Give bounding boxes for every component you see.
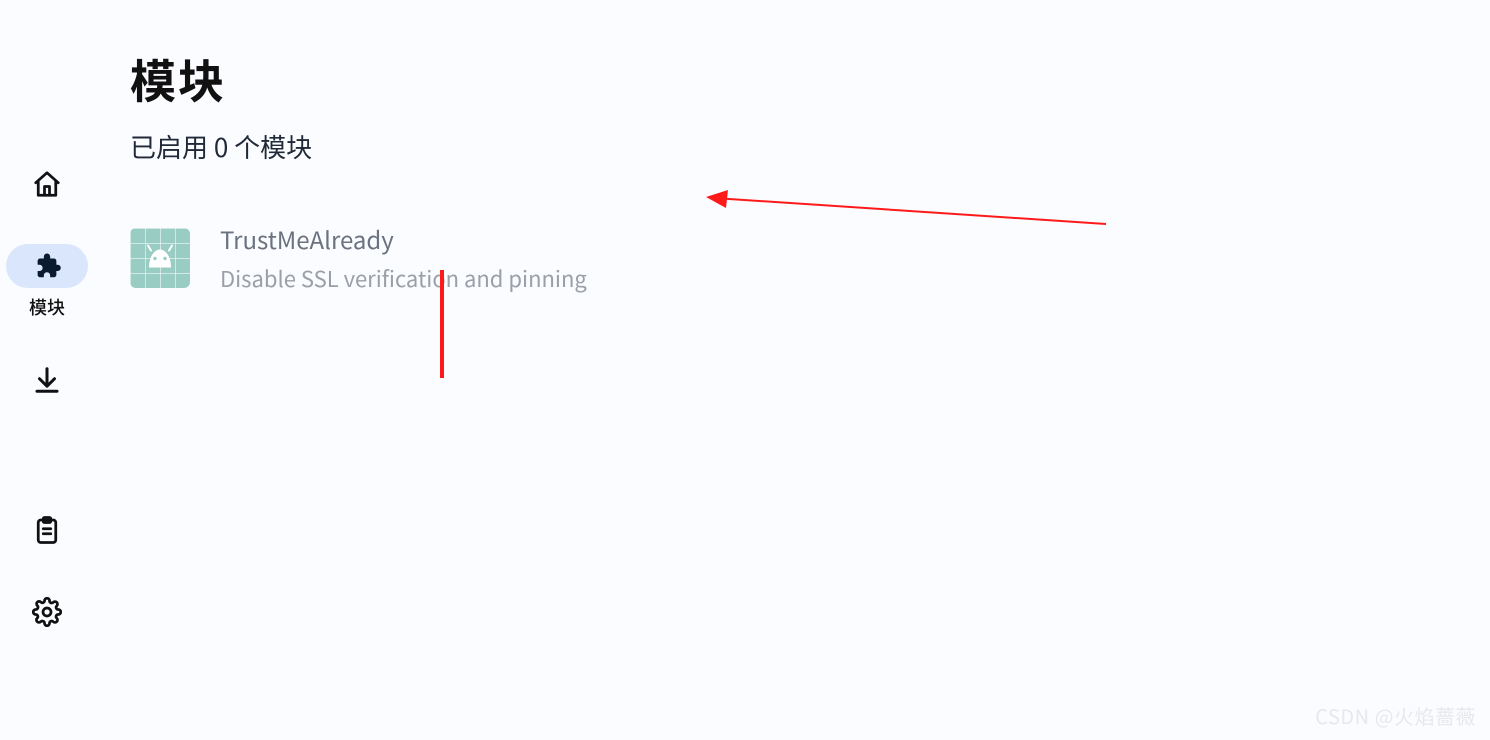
page-subtitle: 已启用 0 个模块	[130, 128, 1470, 165]
module-app-icon	[130, 228, 190, 288]
home-icon	[32, 169, 62, 199]
sidebar: 模块	[0, 0, 94, 740]
nav-item-logs[interactable]	[6, 508, 88, 552]
module-text: TrustMeAlready Disable SSL verification …	[220, 221, 587, 294]
app-root: 模块	[0, 0, 1490, 740]
nav-item-download[interactable]	[6, 358, 88, 402]
content: 模块 已启用 0 个模块 TrustMeAlready Disable	[94, 0, 1490, 740]
watermark: CSDN @火焰蔷薇	[1315, 701, 1476, 730]
module-name: TrustMeAlready	[220, 221, 587, 256]
page-title: 模块	[130, 46, 1470, 112]
nav-item-settings[interactable]	[6, 590, 88, 634]
module-description: Disable SSL verification and pinning	[220, 262, 587, 294]
download-icon	[32, 365, 62, 395]
nav-item-label: 模块	[29, 294, 65, 320]
puzzle-icon	[32, 251, 62, 281]
nav-item-modules[interactable]: 模块	[6, 244, 88, 320]
nav-item-home[interactable]	[6, 162, 88, 206]
module-row[interactable]: TrustMeAlready Disable SSL verification …	[130, 221, 1470, 294]
clipboard-icon	[32, 515, 62, 545]
gear-icon	[32, 597, 62, 627]
